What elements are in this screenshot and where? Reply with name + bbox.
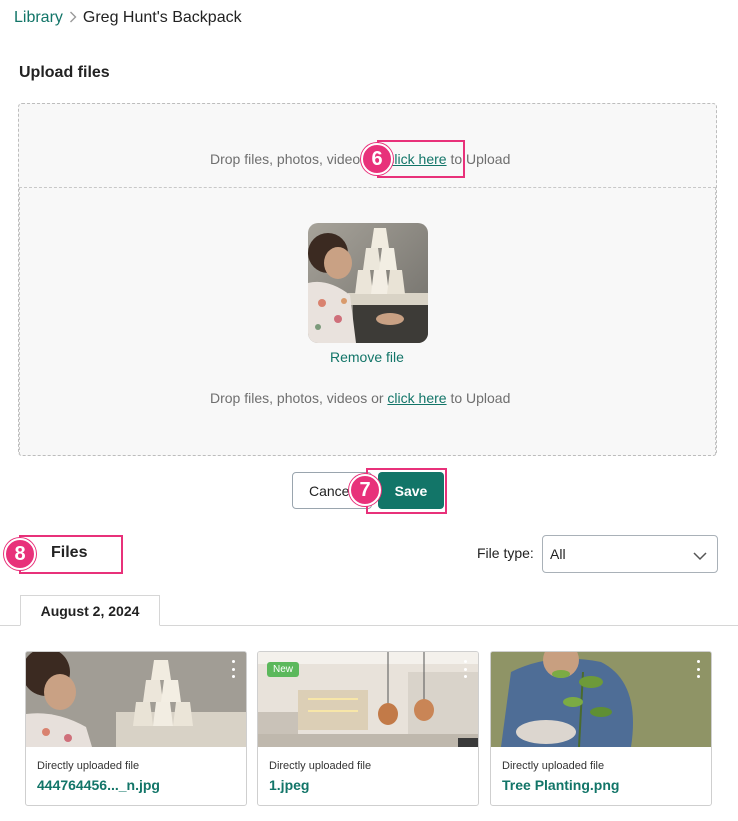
click-here-link[interactable]: click here xyxy=(387,390,446,406)
files-heading: Files xyxy=(51,544,88,561)
more-options-icon[interactable] xyxy=(228,660,238,678)
file-type-value: All xyxy=(550,546,566,562)
chevron-down-icon xyxy=(693,548,707,564)
step-badge-6: 6 xyxy=(361,143,393,175)
file-card[interactable]: Directly uploaded file 444764456..._n.jp… xyxy=(25,651,247,806)
file-thumbnail xyxy=(26,652,246,747)
more-options-icon[interactable] xyxy=(693,660,703,678)
file-source-label: Directly uploaded file xyxy=(269,760,372,772)
tab-date[interactable]: August 2, 2024 xyxy=(20,595,160,626)
chevron-right-icon xyxy=(69,10,77,27)
drop-instruction-suffix: to Upload xyxy=(446,390,511,406)
uploaded-file-preview xyxy=(308,223,428,343)
file-type-label: File type: xyxy=(477,545,534,561)
breadcrumb-current: Greg Hunt's Backpack xyxy=(82,9,242,26)
drop-instruction-text: Drop files, photos, videos or xyxy=(210,390,388,406)
file-name-link[interactable]: Tree Planting.png xyxy=(502,777,619,793)
file-thumbnail xyxy=(491,652,711,747)
file-card[interactable]: New Directly uploaded file 1.jpeg xyxy=(257,651,479,806)
step-badge-7: 7 xyxy=(349,474,381,506)
more-options-icon[interactable] xyxy=(460,660,470,678)
step-badge-8: 8 xyxy=(4,538,36,570)
dropzone-instruction-bottom: Drop files, photos, videos or click here… xyxy=(210,390,510,406)
breadcrumb-library-link[interactable]: Library xyxy=(14,9,63,27)
file-source-label: Directly uploaded file xyxy=(502,760,605,772)
file-type-select[interactable]: All xyxy=(542,535,718,573)
remove-file-link[interactable]: Remove file xyxy=(330,349,404,365)
file-name-link[interactable]: 444764456..._n.jpg xyxy=(37,777,160,793)
file-name-link[interactable]: 1.jpeg xyxy=(269,777,309,793)
breadcrumb: Library Greg Hunt's Backpack xyxy=(14,9,242,27)
upload-files-heading: Upload files xyxy=(19,64,110,81)
new-badge: New xyxy=(267,662,300,677)
file-source-label: Directly uploaded file xyxy=(37,760,140,772)
file-card[interactable]: Directly uploaded file Tree Planting.png xyxy=(490,651,712,806)
